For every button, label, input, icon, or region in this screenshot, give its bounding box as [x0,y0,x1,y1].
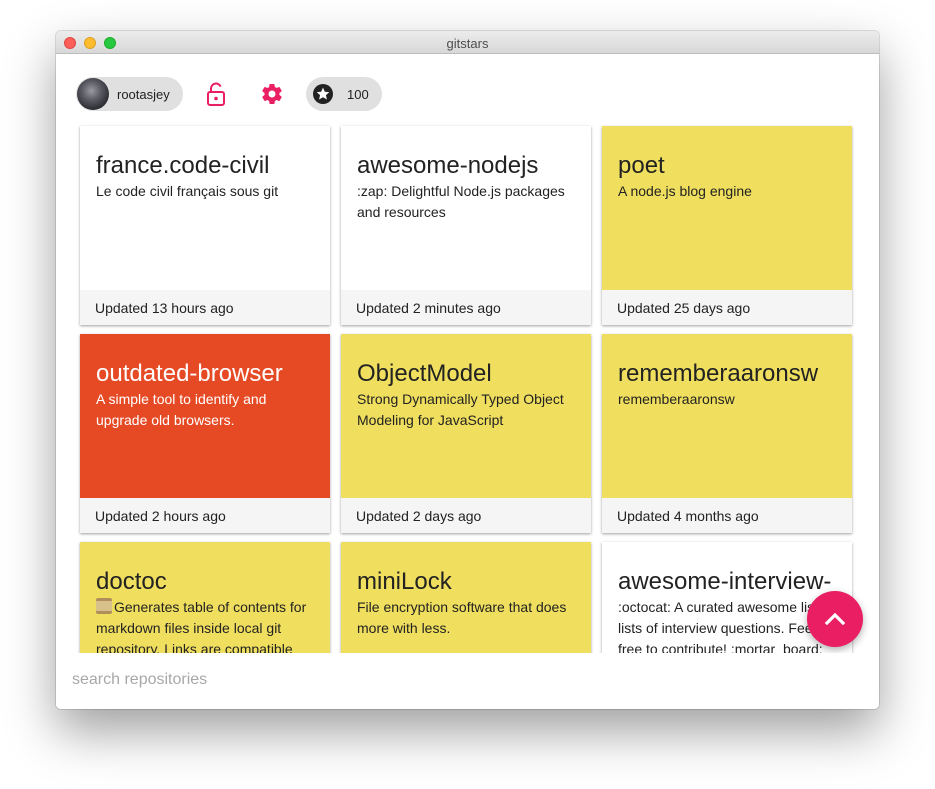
repo-name: poet [618,152,665,179]
repo-card-body: france.code-civil Le code civil français… [80,126,330,290]
repo-updated: Updated 2 hours ago [80,498,330,533]
repo-updated: Updated 25 days ago [602,290,852,325]
settings-button[interactable] [259,81,285,107]
repo-description: File encryption software that does more … [357,599,567,636]
repo-description: rememberaaronsw [618,391,735,407]
repo-description: :octocat: A curated awesome list of list… [618,599,834,657]
repo-name: ObjectModel [357,360,492,387]
star-badge [306,77,340,111]
repo-name: outdated-browser [96,360,283,387]
search-input[interactable] [72,667,772,693]
star-count-chip[interactable]: 100 [306,77,382,111]
repo-name: miniLock [357,568,452,595]
repo-card-body: outdated-browser A simple tool to identi… [80,334,330,498]
star-count: 100 [347,86,369,102]
lock-open-icon [207,82,225,106]
repo-name: france.code-civil [96,152,270,179]
repo-card[interactable]: france.code-civil Le code civil français… [80,126,330,325]
repo-card[interactable]: poet A node.js blog engine Updated 25 da… [602,126,852,325]
repo-updated: Updated 13 hours ago [80,290,330,325]
user-chip[interactable]: rootasjey [76,77,183,111]
repo-card[interactable]: awesome-nodejs :zap: Delightful Node.js … [341,126,591,325]
repo-card-body: ObjectModel Strong Dynamically Typed Obj… [341,334,591,498]
repo-card[interactable]: ObjectModel Strong Dynamically Typed Obj… [341,334,591,533]
lock-button[interactable] [203,81,229,107]
repo-grid: france.code-civil Le code civil français… [80,126,852,709]
app-content: rootasjey 100 france.code-civil Le code … [56,54,879,709]
repo-description-wrap: Generates table of contents for markdown… [96,597,314,660]
repo-description: Strong Dynamically Typed Object Modeling… [357,391,564,428]
chevron-up-icon [824,612,846,626]
repo-description: A simple tool to identify and upgrade ol… [96,391,267,428]
repo-name: awesome-interview- [618,568,832,595]
avatar [77,78,109,110]
scroll-to-top-button[interactable] [807,591,863,647]
repo-name: doctoc [96,568,167,595]
repo-updated: Updated 4 months ago [602,498,852,533]
window-title: gitstars [446,36,489,51]
repo-name: rememberaaronsw [618,360,819,387]
repo-description: :zap: Delightful Node.js packages and re… [357,183,565,220]
repo-description: Generates table of contents for markdown… [96,599,307,657]
repo-card[interactable]: outdated-browser A simple tool to identi… [80,334,330,533]
repo-card-body: poet A node.js blog engine [602,126,852,290]
repo-updated: Updated 2 minutes ago [341,290,591,325]
repo-card-body: awesome-nodejs :zap: Delightful Node.js … [341,126,591,290]
repo-name: awesome-nodejs [357,152,539,179]
title-bar: gitstars [56,31,879,54]
app-window: gitstars rootasjey 100 france.code-civil… [56,31,879,709]
repo-updated: Updated 2 days ago [341,498,591,533]
repo-card-body: rememberaaronsw rememberaaronsw [602,334,852,498]
search-bar [56,653,879,709]
repo-description: Le code civil français sous git [96,183,279,199]
scroll-icon [96,598,112,614]
repo-card[interactable]: rememberaaronsw rememberaaronsw Updated … [602,334,852,533]
repo-description: A node.js blog engine [618,183,752,199]
username-label: rootasjey [117,86,170,102]
gear-icon [262,84,282,105]
star-icon [313,84,333,104]
